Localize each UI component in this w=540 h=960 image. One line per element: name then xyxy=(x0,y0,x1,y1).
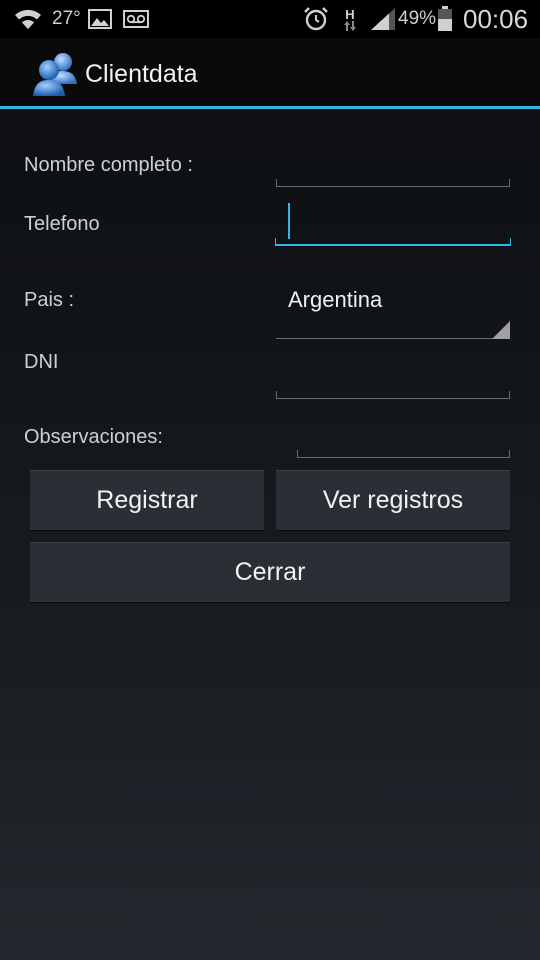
telefono-label: Telefono xyxy=(24,213,100,235)
data-indicator: H xyxy=(344,0,356,38)
text-cursor xyxy=(288,203,290,239)
spinner-arrow-icon[interactable] xyxy=(492,321,510,339)
dni-input[interactable] xyxy=(276,391,510,399)
cerrar-button[interactable]: Cerrar xyxy=(30,542,510,602)
observaciones-input[interactable] xyxy=(297,450,510,458)
action-bar xyxy=(0,38,540,106)
image-icon xyxy=(88,0,112,38)
action-bar-divider xyxy=(0,106,540,109)
app-title: Clientdata xyxy=(85,59,198,88)
clock-text: 00:06 xyxy=(463,3,529,34)
battery-icon xyxy=(437,0,453,38)
screen: 27° H 49% 00:06 Clientdata Nombre comple… xyxy=(0,0,540,960)
nombre-input[interactable] xyxy=(276,179,510,187)
pais-spinner-value[interactable]: Argentina xyxy=(288,287,382,313)
alarm-icon xyxy=(303,0,329,38)
registrar-button[interactable]: Registrar xyxy=(30,470,264,530)
dni-label: DNI xyxy=(24,351,59,373)
status-bar: 27° H 49% 00:06 xyxy=(0,0,540,38)
network-type-text: H xyxy=(345,6,355,22)
temperature-text: 27° xyxy=(52,8,81,29)
wifi-icon xyxy=(14,0,42,38)
ver-registros-button[interactable]: Ver registros xyxy=(276,470,510,530)
nombre-label: Nombre completo : xyxy=(24,154,193,176)
pais-spinner-underline xyxy=(276,338,510,339)
observaciones-label: Observaciones: xyxy=(24,426,163,448)
users-icon xyxy=(32,50,78,98)
pais-label: Pais : xyxy=(24,289,75,311)
telefono-input[interactable] xyxy=(275,238,511,246)
data-arrows-icon xyxy=(344,20,356,31)
voicemail-icon xyxy=(123,0,149,38)
battery-percent-text: 49% xyxy=(398,8,437,29)
signal-icon xyxy=(370,0,396,38)
